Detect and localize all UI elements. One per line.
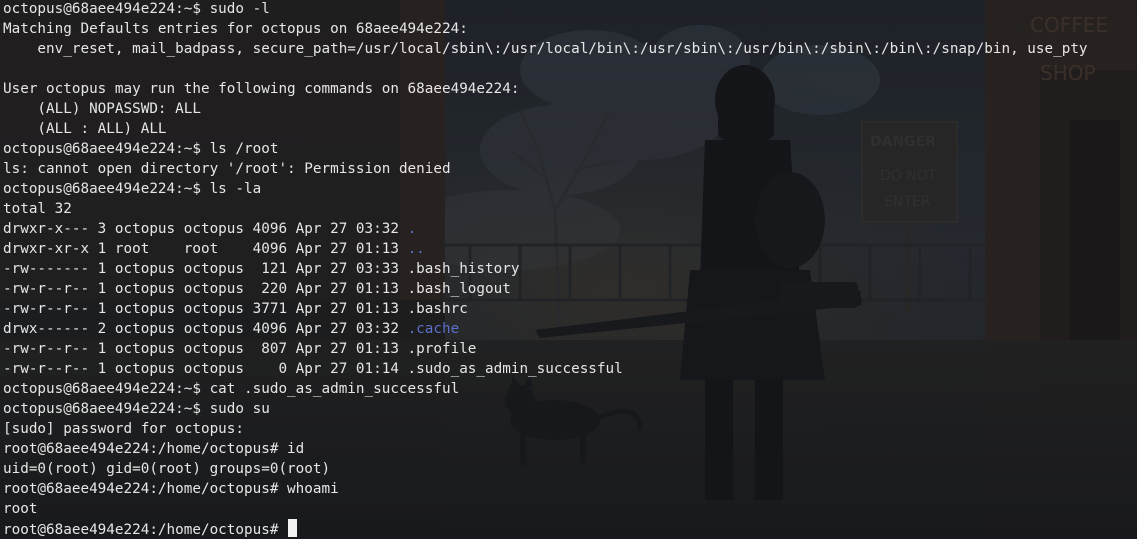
terminal-text: Matching Defaults entries for octopus on…	[3, 21, 468, 37]
terminal-line: root@68aee494e224:/home/octopus# whoami	[3, 479, 1137, 499]
terminal-text: drwxr-x--- 3 octopus octopus 4096 Apr 27…	[3, 221, 408, 237]
terminal-text: root@68aee494e224:/home/octopus#	[3, 522, 288, 538]
terminal-line: octopus@68aee494e224:~$ sudo -l	[3, 0, 1137, 19]
terminal-text: env_reset, mail_badpass, secure_path=/us…	[3, 41, 1088, 57]
directory-entry: ..	[407, 241, 425, 257]
terminal-line: octopus@68aee494e224:~$ sudo su	[3, 399, 1137, 419]
terminal-text: root@68aee494e224:/home/octopus# whoami	[3, 481, 339, 497]
terminal-line: total 32	[3, 199, 1137, 219]
terminal-line: root	[3, 499, 1137, 519]
terminal-line: drwxr-x--- 3 octopus octopus 4096 Apr 27…	[3, 219, 1137, 239]
terminal-line: -rw-r--r-- 1 octopus octopus 220 Apr 27 …	[3, 279, 1137, 299]
terminal-text: total 32	[3, 201, 72, 217]
terminal-line: -rw------- 1 octopus octopus 121 Apr 27 …	[3, 259, 1137, 279]
terminal-text: octopus@68aee494e224:~$ ls -la	[3, 181, 262, 197]
terminal-line: -rw-r--r-- 1 octopus octopus 0 Apr 27 01…	[3, 359, 1137, 379]
terminal-line: [sudo] password for octopus:	[3, 419, 1137, 439]
terminal-line: env_reset, mail_badpass, secure_path=/us…	[3, 39, 1137, 59]
terminal-text: -rw------- 1 octopus octopus 121 Apr 27 …	[3, 261, 520, 277]
terminal-line: root@68aee494e224:/home/octopus#	[3, 519, 1137, 539]
terminal-line: drwx------ 2 octopus octopus 4096 Apr 27…	[3, 319, 1137, 339]
terminal-text: User octopus may run the following comma…	[3, 81, 520, 97]
terminal-line: User octopus may run the following comma…	[3, 79, 1137, 99]
terminal-line: Matching Defaults entries for octopus on…	[3, 19, 1137, 39]
terminal-line: (ALL : ALL) ALL	[3, 119, 1137, 139]
terminal-text: root@68aee494e224:/home/octopus# id	[3, 441, 305, 457]
terminal-text: -rw-r--r-- 1 octopus octopus 0 Apr 27 01…	[3, 361, 623, 377]
terminal-text: ls: cannot open directory '/root': Permi…	[3, 161, 451, 177]
directory-entry: .cache	[407, 321, 460, 337]
terminal-text: (ALL : ALL) ALL	[3, 121, 167, 137]
terminal-line: drwxr-xr-x 1 root root 4096 Apr 27 01:13…	[3, 239, 1137, 259]
terminal-line: -rw-r--r-- 1 octopus octopus 807 Apr 27 …	[3, 339, 1137, 359]
terminal-cursor[interactable]	[288, 519, 298, 537]
terminal-line: ls: cannot open directory '/root': Permi…	[3, 159, 1137, 179]
terminal-line: (ALL) NOPASSWD: ALL	[3, 99, 1137, 119]
terminal-line: octopus@68aee494e224:~$ ls /root	[3, 139, 1137, 159]
terminal-text: -rw-r--r-- 1 octopus octopus 807 Apr 27 …	[3, 341, 477, 357]
terminal-line: -rw-r--r-- 1 octopus octopus 3771 Apr 27…	[3, 299, 1137, 319]
terminal-text: -rw-r--r-- 1 octopus octopus 220 Apr 27 …	[3, 281, 511, 297]
terminal-text: octopus@68aee494e224:~$ sudo su	[3, 401, 270, 417]
terminal-line: octopus@68aee494e224:~$ ls -la	[3, 179, 1137, 199]
terminal-text: octopus@68aee494e224:~$ ls /root	[3, 141, 279, 157]
terminal-window[interactable]: octopus@68aee494e224:~$ sudo -l Matching …	[0, 0, 1137, 539]
terminal-text: drwxr-xr-x 1 root root 4096 Apr 27 01:13	[3, 241, 408, 257]
directory-entry: .	[407, 221, 417, 237]
terminal-line: uid=0(root) gid=0(root) groups=0(root)	[3, 459, 1137, 479]
terminal-text: (ALL) NOPASSWD: ALL	[3, 101, 201, 117]
terminal-text: root	[3, 501, 38, 517]
terminal-text: -rw-r--r-- 1 octopus octopus 3771 Apr 27…	[3, 301, 468, 317]
terminal-line: octopus@68aee494e224:~$ cat .sudo_as_adm…	[3, 379, 1137, 399]
terminal-text: octopus@68aee494e224:~$ sudo -l	[3, 1, 270, 17]
terminal-output[interactable]: octopus@68aee494e224:~$ sudo -l Matching …	[0, 0, 1137, 539]
terminal-text: [sudo] password for octopus:	[3, 421, 245, 437]
terminal-text: uid=0(root) gid=0(root) groups=0(root)	[3, 461, 331, 477]
terminal-text: drwx------ 2 octopus octopus 4096 Apr 27…	[3, 321, 408, 337]
terminal-text: octopus@68aee494e224:~$ cat .sudo_as_adm…	[3, 381, 460, 397]
terminal-line: root@68aee494e224:/home/octopus# id	[3, 439, 1137, 459]
